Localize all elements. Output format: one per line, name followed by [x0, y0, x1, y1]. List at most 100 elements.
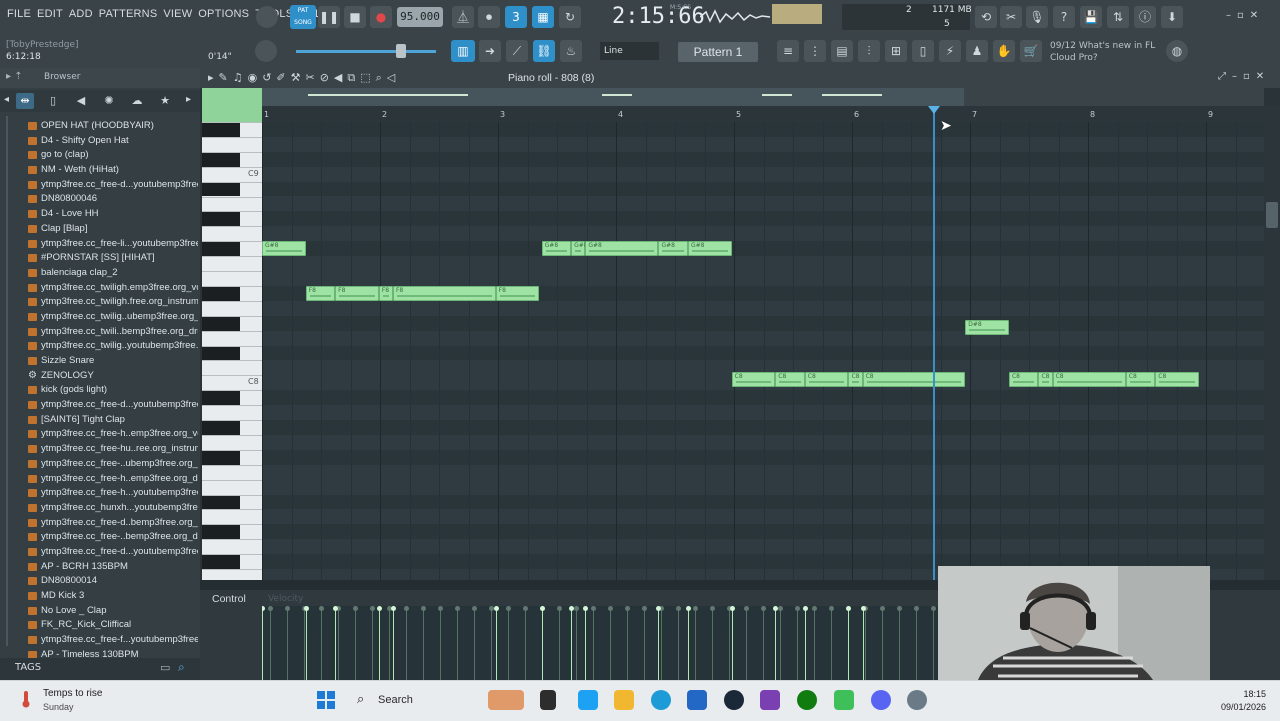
tab-cloud-icon[interactable]: ☁ — [128, 93, 146, 109]
browser-file-item[interactable]: ytmp3free.cc_free-..bemp3free.org_drums — [28, 530, 198, 545]
browser-file-item[interactable]: kick (gods light) — [28, 383, 198, 398]
file-icon[interactable]: ▯ — [912, 40, 934, 62]
velocity-stem[interactable] — [583, 606, 589, 680]
store-icon[interactable] — [687, 690, 707, 710]
note-grid[interactable]: G#8 F8 F8 F8 F8 F8 G#8 G#8 G#8 G#8 G#8 C8 C8 C8 C8 C8 D#… — [262, 122, 1264, 580]
black-key[interactable] — [202, 495, 240, 510]
cart-icon[interactable]: 🛒 — [1020, 40, 1042, 62]
browser-file-item[interactable]: FK_RC_Kick_Cliffical — [28, 618, 198, 633]
browser-file-item[interactable]: OPEN HAT (HOODBYAIR) — [28, 119, 198, 134]
browser-file-item[interactable]: ytmp3free.cc_free-d...youtubemp3free.org — [28, 398, 198, 413]
velocity-stem[interactable] — [846, 606, 851, 680]
velocity-stem[interactable] — [421, 606, 426, 680]
piano-keyboard[interactable]: C9 C8 — [202, 122, 262, 580]
black-key[interactable] — [202, 152, 240, 167]
app-icon[interactable] — [760, 690, 780, 710]
note[interactable]: C8 — [1038, 372, 1053, 388]
velocity-stem[interactable] — [387, 606, 392, 680]
velocity-stem[interactable] — [268, 606, 273, 680]
steam-icon[interactable] — [724, 690, 744, 710]
note[interactable]: G#8 — [585, 241, 659, 257]
playhead[interactable] — [933, 106, 935, 580]
browser-file-item[interactable]: balenciaga clap_2 — [28, 266, 198, 281]
widget-image-icon[interactable] — [488, 690, 524, 710]
velocity-stem[interactable] — [302, 606, 307, 680]
browser-file-item[interactable]: ytmp3free.cc_free-h...youtubemp3free.org — [28, 486, 198, 501]
hand-icon[interactable]: ✋ — [993, 40, 1015, 62]
windows-start-icon[interactable] — [316, 690, 336, 710]
fl-studio-taskbar-icon[interactable] — [834, 690, 854, 710]
black-key[interactable] — [202, 421, 240, 435]
pattern-selector[interactable]: Pattern 1 — [678, 42, 758, 62]
note[interactable]: D#8 — [965, 320, 1009, 336]
note[interactable]: F8 — [305, 285, 336, 301]
velocity-stem[interactable] — [931, 606, 936, 680]
browser-file-item[interactable]: DN80800046 — [28, 192, 198, 207]
black-key[interactable] — [202, 123, 240, 137]
menu-item-file[interactable]: FILE — [4, 8, 34, 20]
note[interactable]: G#8 — [571, 241, 588, 257]
browser-file-item[interactable]: go to (clap) — [28, 148, 198, 163]
browser-file-item[interactable]: DN80800014 — [28, 574, 198, 589]
velocity-stem[interactable] — [472, 606, 477, 680]
folder-icon[interactable]: ▭ — [160, 661, 170, 674]
note[interactable]: C8 — [848, 372, 863, 388]
velocity-stem[interactable] — [685, 606, 691, 680]
velocity-stem[interactable] — [319, 606, 324, 680]
note[interactable]: C8 — [731, 372, 776, 388]
velocity-stem[interactable] — [693, 606, 698, 680]
velocity-stem[interactable] — [761, 606, 766, 680]
info-icon[interactable]: ⓘ — [1134, 6, 1156, 28]
note[interactable]: C8 — [1052, 372, 1126, 388]
browser-file-item[interactable]: AP - BCRH 135BPM — [28, 560, 198, 575]
velocity-stem[interactable] — [659, 606, 664, 680]
playhead-marker-icon[interactable] — [928, 106, 940, 114]
settings-gear-icon[interactable] — [907, 690, 927, 710]
velocity-stem[interactable] — [390, 606, 396, 680]
velocity-stem[interactable] — [455, 606, 460, 680]
browser-file-item[interactable]: ytmp3free.cc_hunxh...youtubemp3free.org — [28, 501, 198, 516]
piano-roll-tools[interactable]: ▸✎♫◉↺✐⚒✂⊘◀⧉⬚⌕◁ — [208, 71, 400, 85]
note[interactable]: G#8 — [262, 241, 306, 257]
metronome-icon[interactable]: ⏅ — [452, 6, 474, 28]
control-label[interactable]: Control — [212, 593, 246, 605]
velocity-stem[interactable] — [795, 606, 800, 680]
velocity-stem[interactable] — [914, 606, 919, 680]
taskbar-search[interactable]: ⌕ — [351, 690, 481, 712]
vertical-scroll-thumb[interactable] — [1266, 202, 1278, 228]
browser-file-item[interactable]: ytmp3free.cc_free-d...youtubemp3free.org — [28, 178, 198, 193]
browser-file-item[interactable]: [SAINT6] Tight Clap — [28, 413, 198, 428]
person-icon[interactable]: ♟ — [966, 40, 988, 62]
menu-item-edit[interactable]: EDIT — [34, 8, 66, 20]
velocity-stem[interactable] — [493, 606, 499, 680]
browser-file-item[interactable]: NM - Weth (HiHat) — [28, 163, 198, 178]
note[interactable]: F8 — [335, 285, 379, 301]
tab-all-icon[interactable]: ⇹ — [16, 93, 34, 109]
vertical-scrollbar[interactable] — [1264, 106, 1280, 580]
browser-file-item[interactable]: ytmp3free.cc_free-h..emp3free.org_drums — [28, 472, 198, 487]
velocity-lane[interactable] — [262, 606, 938, 680]
file-explorer-icon[interactable] — [614, 690, 634, 710]
cut-icon[interactable]: ✂ — [1000, 6, 1022, 28]
black-key[interactable] — [202, 450, 240, 465]
velocity-stem[interactable] — [557, 606, 562, 680]
search-icon[interactable]: ⌕ — [178, 660, 185, 675]
playlist-icon[interactable]: ≡ — [777, 40, 799, 62]
velocity-stem[interactable] — [829, 606, 834, 680]
velocity-stem[interactable] — [778, 606, 783, 680]
velocity-stem[interactable] — [333, 606, 339, 680]
stop-button[interactable]: ■ — [344, 6, 366, 28]
velocity-stem[interactable] — [438, 606, 443, 680]
note[interactable]: F8 — [378, 285, 393, 301]
step-edit-icon[interactable]: ▦ — [532, 6, 554, 28]
velocity-stem[interactable] — [370, 606, 375, 680]
velocity-stem[interactable] — [812, 606, 817, 680]
velocity-stem[interactable] — [376, 606, 382, 680]
velocity-stem[interactable] — [656, 606, 662, 680]
sliders-icon[interactable]: ⫶ — [858, 40, 880, 62]
plug-icon[interactable]: ⚡ — [939, 40, 961, 62]
velocity-stem[interactable] — [802, 606, 808, 680]
menu-item-add[interactable]: ADD — [66, 8, 96, 20]
piano-roll-window-controls[interactable]: ⤢–▫✕ — [1218, 71, 1270, 82]
velocity-stem[interactable] — [569, 606, 575, 680]
